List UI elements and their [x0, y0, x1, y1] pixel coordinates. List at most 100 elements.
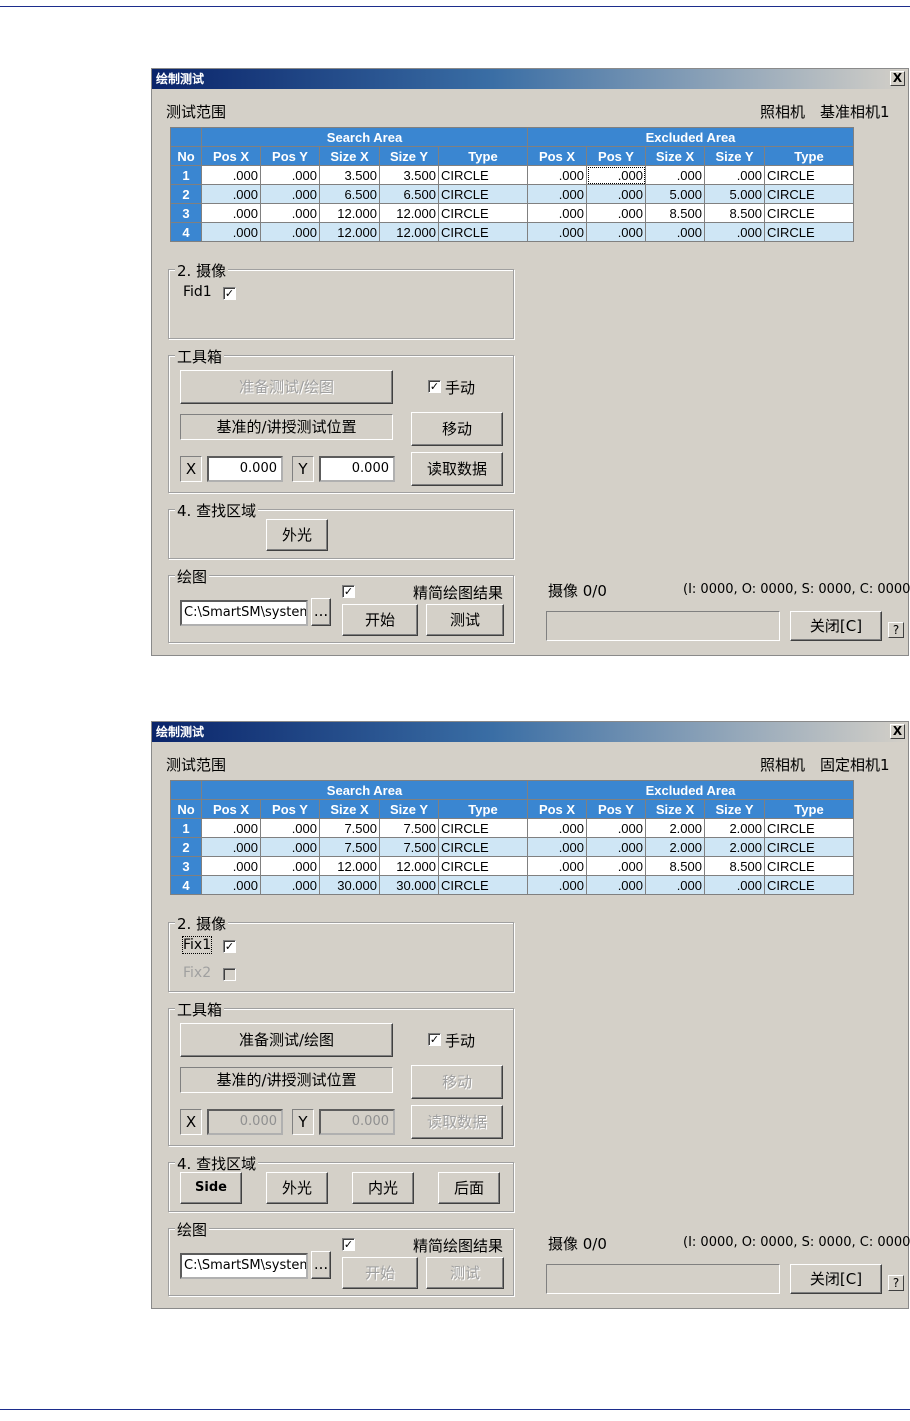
- table-cell[interactable]: .000: [586, 856, 646, 876]
- back-button[interactable]: 后面: [438, 1172, 500, 1204]
- table-cell[interactable]: .000: [201, 856, 261, 876]
- table-cell[interactable]: .000: [201, 818, 261, 838]
- table-cell[interactable]: CIRCLE: [764, 222, 854, 242]
- table-row[interactable]: 1 .000 .000 7.500 7.500 CIRCLE .000 .000…: [170, 818, 854, 838]
- row-number[interactable]: 1: [170, 165, 202, 185]
- table-cell[interactable]: .000: [586, 184, 646, 204]
- row-number[interactable]: 4: [170, 222, 202, 242]
- table-cell[interactable]: 12.000: [319, 856, 380, 876]
- start-button[interactable]: 开始: [342, 1257, 418, 1289]
- range-table[interactable]: Search Area Excluded Area No Pos X Pos Y …: [170, 780, 854, 895]
- browse-button[interactable]: ...: [311, 1251, 331, 1279]
- table-cell[interactable]: .000: [201, 184, 261, 204]
- table-cell[interactable]: .000: [260, 222, 320, 242]
- table-cell[interactable]: 12.000: [319, 203, 380, 223]
- table-cell[interactable]: CIRCLE: [438, 165, 528, 185]
- col-header[interactable]: Size X: [319, 146, 380, 166]
- table-cell[interactable]: 3.500: [379, 165, 439, 185]
- table-cell[interactable]: 2.000: [645, 818, 705, 838]
- table-cell[interactable]: .000: [586, 165, 646, 185]
- y-value-field[interactable]: 0.000: [319, 456, 395, 482]
- table-cell[interactable]: CIRCLE: [438, 837, 528, 857]
- close-button[interactable]: 关闭[C]: [790, 1264, 882, 1294]
- table-row[interactable]: 2 .000 .000 7.500 7.500 CIRCLE .000 .000…: [170, 837, 854, 857]
- read-data-button[interactable]: 读取数据: [411, 1105, 503, 1139]
- table-cell[interactable]: .000: [260, 818, 320, 838]
- table-cell[interactable]: CIRCLE: [764, 837, 854, 857]
- table-cell[interactable]: 8.500: [645, 203, 705, 223]
- row-number[interactable]: 3: [170, 856, 202, 876]
- table-cell[interactable]: 30.000: [319, 875, 380, 895]
- table-cell[interactable]: 5.000: [704, 184, 765, 204]
- table-cell[interactable]: .000: [527, 856, 587, 876]
- table-cell[interactable]: 2.000: [645, 837, 705, 857]
- table-row[interactable]: 2 .000 .000 6.500 6.500 CIRCLE .000 .000…: [170, 184, 854, 204]
- row-number[interactable]: 4: [170, 875, 202, 895]
- x-value-field[interactable]: 0.000: [207, 1109, 283, 1135]
- table-cell[interactable]: .000: [586, 837, 646, 857]
- col-header[interactable]: Size X: [645, 146, 705, 166]
- table-cell[interactable]: CIRCLE: [764, 203, 854, 223]
- simplify-checkbox[interactable]: ✓: [342, 585, 355, 598]
- x-value-field[interactable]: 0.000: [207, 456, 283, 482]
- range-table[interactable]: Search Area Excluded Area No Pos X Pos Y …: [170, 127, 854, 242]
- move-button[interactable]: 移动: [411, 1065, 503, 1099]
- inner-light-button[interactable]: 内光: [352, 1172, 414, 1204]
- table-cell[interactable]: CIRCLE: [764, 856, 854, 876]
- table-cell[interactable]: .000: [260, 837, 320, 857]
- read-data-button[interactable]: 读取数据: [411, 452, 503, 486]
- table-cell[interactable]: CIRCLE: [438, 856, 528, 876]
- table-cell[interactable]: .000: [704, 165, 765, 185]
- col-header[interactable]: Pos Y: [260, 799, 320, 819]
- table-cell[interactable]: 7.500: [319, 837, 380, 857]
- table-cell[interactable]: 7.500: [379, 837, 439, 857]
- col-header[interactable]: Pos Y: [260, 146, 320, 166]
- table-cell[interactable]: CIRCLE: [438, 184, 528, 204]
- path-field[interactable]: C:\SmartSM\system\: [180, 1253, 308, 1279]
- prepare-test-button[interactable]: 准备测试/绘图: [180, 1023, 393, 1057]
- row-number[interactable]: 2: [170, 837, 202, 857]
- table-cell[interactable]: CIRCLE: [764, 184, 854, 204]
- prepare-test-button[interactable]: 准备测试/绘图: [180, 370, 393, 404]
- col-header[interactable]: Size Y: [379, 799, 439, 819]
- col-header[interactable]: Pos X: [201, 146, 261, 166]
- camera-option-checkbox[interactable]: ✓: [223, 287, 236, 300]
- row-number[interactable]: 2: [170, 184, 202, 204]
- table-cell[interactable]: .000: [260, 203, 320, 223]
- table-cell[interactable]: 7.500: [319, 818, 380, 838]
- move-button[interactable]: 移动: [411, 412, 503, 446]
- table-cell[interactable]: 12.000: [379, 222, 439, 242]
- table-row[interactable]: 3 .000 .000 12.000 12.000 CIRCLE .000 .0…: [170, 203, 854, 223]
- table-cell[interactable]: .000: [527, 818, 587, 838]
- test-button[interactable]: 测试: [426, 1257, 504, 1289]
- table-cell[interactable]: .000: [704, 222, 765, 242]
- row-number[interactable]: 3: [170, 203, 202, 223]
- col-header[interactable]: Pos X: [527, 799, 587, 819]
- path-field[interactable]: C:\SmartSM\system\: [180, 600, 308, 626]
- table-cell[interactable]: 12.000: [379, 856, 439, 876]
- col-header[interactable]: Size X: [645, 799, 705, 819]
- table-cell[interactable]: 5.000: [645, 184, 705, 204]
- table-cell[interactable]: .000: [586, 222, 646, 242]
- close-icon[interactable]: X: [890, 724, 905, 739]
- table-cell[interactable]: .000: [201, 165, 261, 185]
- col-header[interactable]: Size Y: [704, 146, 765, 166]
- table-cell[interactable]: .000: [527, 184, 587, 204]
- start-button[interactable]: 开始: [342, 604, 418, 636]
- col-header[interactable]: Pos X: [201, 799, 261, 819]
- table-row[interactable]: 3 .000 .000 12.000 12.000 CIRCLE .000 .0…: [170, 856, 854, 876]
- col-header[interactable]: Pos Y: [586, 799, 646, 819]
- test-button[interactable]: 测试: [426, 604, 504, 636]
- table-cell[interactable]: .000: [586, 875, 646, 895]
- table-cell[interactable]: 12.000: [319, 222, 380, 242]
- table-cell[interactable]: 30.000: [379, 875, 439, 895]
- simplify-checkbox[interactable]: ✓: [342, 1238, 355, 1251]
- table-row[interactable]: 4 .000 .000 30.000 30.000 CIRCLE .000 .0…: [170, 875, 854, 895]
- table-cell[interactable]: .000: [527, 165, 587, 185]
- table-cell[interactable]: .000: [201, 222, 261, 242]
- table-cell[interactable]: .000: [201, 203, 261, 223]
- table-cell[interactable]: .000: [586, 818, 646, 838]
- manual-checkbox[interactable]: ✓: [428, 380, 441, 393]
- camera-option-checkbox[interactable]: [223, 968, 236, 981]
- close-button[interactable]: 关闭[C]: [790, 611, 882, 641]
